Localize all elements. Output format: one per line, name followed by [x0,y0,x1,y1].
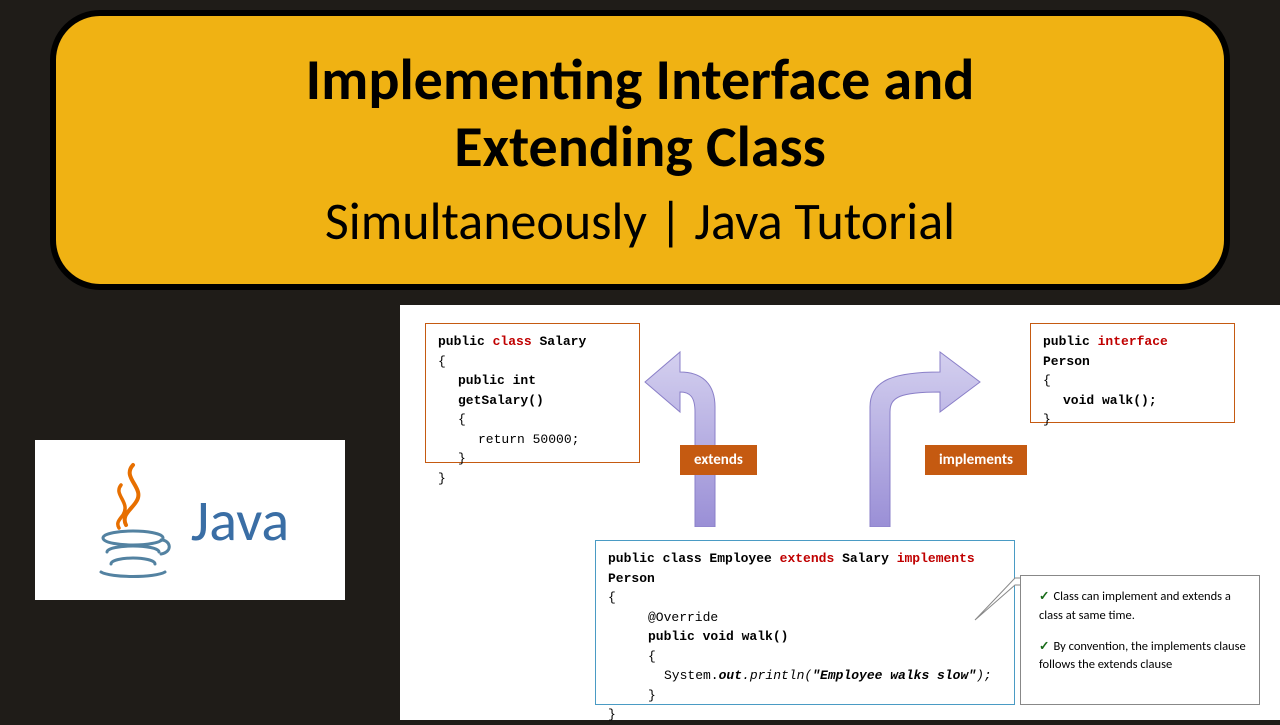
notes-box: ✓Class can implement and extends a class… [1020,575,1260,705]
note-2: ✓By convention, the implements clause fo… [1039,638,1247,676]
code-line: ); [976,668,992,683]
class-name: Salary [539,334,586,349]
iface-name: Person [1043,354,1090,369]
code-line: { [438,410,627,430]
note-text: Class can implement and extends a class … [1039,589,1231,623]
note-1: ✓Class can implement and extends a class… [1039,588,1247,626]
kw: public class Employee [608,551,772,566]
check-icon: ✓ [1039,589,1049,604]
code-line: { [608,647,1002,667]
code-line: public void walk() [608,627,1002,647]
code-line: } [1043,410,1222,430]
kw: Person [608,571,655,586]
extends-arrow-icon [640,327,760,527]
java-cup-icon [91,460,176,580]
code-line: void walk(); [1043,391,1222,411]
java-logo: Java [35,440,345,600]
extends-tag: extends [680,445,757,475]
code-line: "Employee walks slow" [812,668,976,683]
code-line: { [608,588,1002,608]
person-interface-box: public interface Person { void walk(); } [1030,323,1235,423]
kw: implements [897,551,975,566]
code-line: } [608,686,1002,706]
title-text-1b: Extending Class [454,111,826,182]
code-line: } [608,705,1002,725]
code-line: } [438,469,627,489]
java-logo-text: Java [191,485,289,556]
kw: extends [780,551,835,566]
code-line: @Override [608,608,1002,628]
kw: public [1043,334,1090,349]
diagram-area: public class Salary { public int getSala… [400,305,1280,720]
title-line-1: Implementing Interface and Extending Cla… [306,47,975,180]
code-line: { [438,352,627,372]
code-line: .println( [742,668,812,683]
note-text: By convention, the implements clause fol… [1039,639,1246,673]
kw: public [438,334,485,349]
employee-class-box: public class Employee extends Salary imp… [595,540,1015,705]
code-line: return 50000; [438,430,627,450]
kw: class [493,334,532,349]
kw: interface [1098,334,1168,349]
kw: Salary [842,551,889,566]
code-line: System. [648,668,719,683]
salary-class-box: public class Salary { public int getSala… [425,323,640,463]
code-line: public int getSalary() [438,371,627,410]
title-line-2: Simultaneously | Java Tutorial [325,189,955,253]
check-icon: ✓ [1039,639,1049,654]
implements-arrow-icon [845,327,985,527]
code-line: { [1043,371,1222,391]
implements-tag: implements [925,445,1027,475]
title-banner: Implementing Interface and Extending Cla… [50,10,1230,290]
code-line: out [719,668,742,683]
code-line: } [438,449,627,469]
title-text-1a: Implementing Interface and [306,44,975,115]
